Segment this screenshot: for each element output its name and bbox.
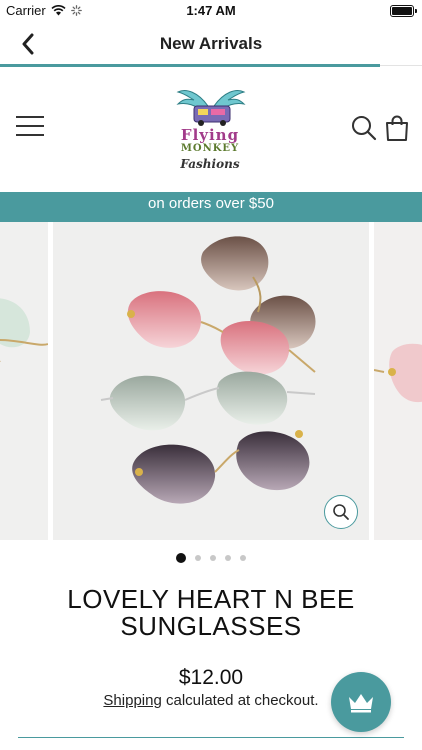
- zoom-button[interactable]: [324, 495, 358, 529]
- product-image-carousel[interactable]: [0, 222, 422, 540]
- menu-bar: [16, 125, 44, 127]
- search-button[interactable]: [350, 114, 378, 142]
- logo-line-3: Fashions: [180, 157, 240, 171]
- sunglasses-image: [0, 222, 48, 540]
- shipping-link[interactable]: Shipping: [103, 692, 161, 709]
- menu-bar: [16, 134, 44, 136]
- carousel-slide-main[interactable]: [53, 222, 369, 540]
- carousel-slide-next[interactable]: [374, 222, 422, 540]
- status-time: 1:47 AM: [186, 3, 236, 18]
- store-logo[interactable]: Flying MONKEY Fashions: [150, 82, 270, 176]
- battery-icon: [390, 5, 417, 17]
- zoom-icon: [333, 504, 349, 520]
- navigation-bar: New Arrivals: [0, 22, 422, 66]
- carousel-dot[interactable]: [176, 553, 186, 563]
- carousel-dot[interactable]: [225, 555, 231, 561]
- carousel-dot[interactable]: [210, 555, 216, 561]
- crown-icon: [349, 694, 373, 713]
- status-bar: Carrier 1:47 AM: [0, 0, 422, 22]
- carousel-pagination: [0, 552, 422, 564]
- sunglasses-image: [374, 222, 422, 540]
- nav-title: New Arrivals: [159, 34, 263, 53]
- carousel-dot[interactable]: [240, 555, 246, 561]
- heart-sunglasses-product-image: [53, 222, 369, 540]
- carousel-slide-previous[interactable]: [0, 222, 48, 540]
- menu-bar: [16, 116, 44, 118]
- store-header: Flying MONKEY Fashions: [0, 66, 422, 192]
- logo-line-2: MONKEY: [180, 143, 240, 154]
- promo-banner: on orders over $50: [0, 192, 422, 222]
- carousel-dot[interactable]: [195, 555, 201, 561]
- logo-line-1: Flying: [180, 126, 240, 144]
- promo-text: on orders over $50: [148, 195, 274, 212]
- divider: [18, 737, 404, 738]
- menu-button[interactable]: [16, 116, 44, 140]
- rewards-button[interactable]: [331, 672, 391, 732]
- flying-monkey-logo-graphic: [176, 90, 246, 126]
- cart-button[interactable]: [383, 114, 411, 142]
- search-icon: [352, 116, 377, 141]
- shopping-bag-icon: [386, 115, 408, 141]
- shipping-note-text: calculated at checkout.: [161, 692, 319, 709]
- product-title: LOVELY HEART N BEE SUNGLASSES: [67, 584, 355, 641]
